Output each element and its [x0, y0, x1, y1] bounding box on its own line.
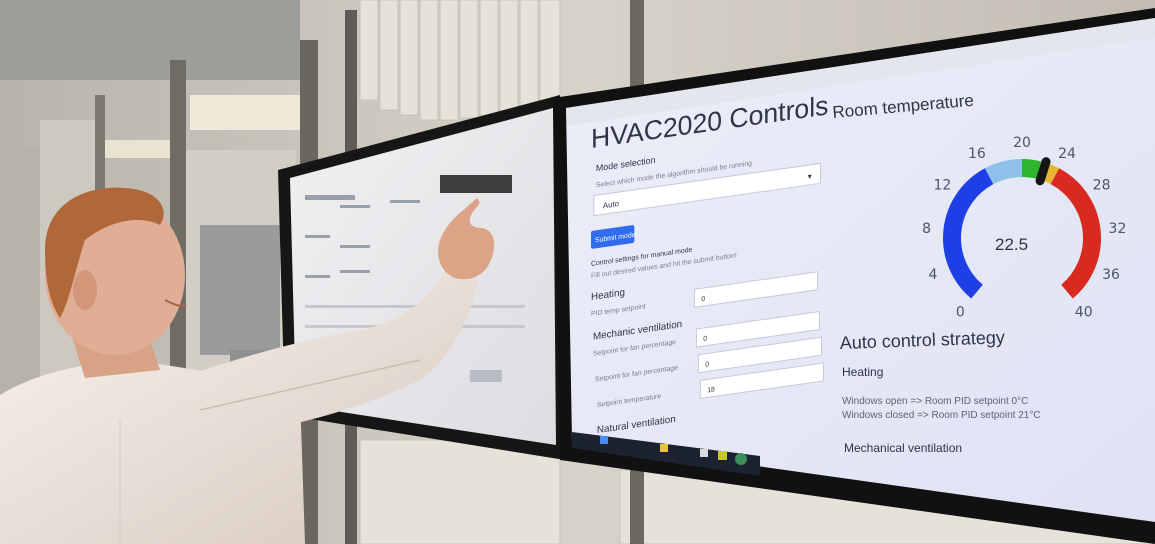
- gauge-tick-label: 28: [1093, 177, 1111, 193]
- gauge-segment-comfort: [1021, 159, 1042, 179]
- gauge-value: 22.5: [995, 235, 1028, 254]
- auto-line-1: Windows open => Room PID setpoint 0°C: [842, 396, 1028, 407]
- gauge-tick-label: 12: [933, 177, 951, 193]
- scene-svg: HVAC2020 Controls Mode selection Select …: [0, 0, 1155, 544]
- gauge-tick-label: 32: [1109, 221, 1127, 237]
- ceiling-light: [190, 95, 310, 130]
- ceiling-light-2: [100, 140, 170, 158]
- photo-scene: HVAC2020 Controls Mode selection Select …: [0, 0, 1155, 544]
- auto-heating-title: Heating: [842, 365, 883, 379]
- pid-value: 0: [701, 296, 705, 304]
- exhaust-fan-value: 0: [705, 361, 709, 369]
- gauge-tick-label: 24: [1058, 146, 1076, 162]
- gauge-tick-label: 40: [1075, 305, 1093, 321]
- gauge-tick-label: 4: [929, 267, 938, 283]
- ceiling: [0, 0, 300, 80]
- gauge-tick-label: 8: [922, 221, 931, 237]
- supply-temp-value: 18: [707, 386, 715, 394]
- gauge-tick-label: 36: [1102, 267, 1120, 283]
- gauge-tick-label: 0: [956, 305, 965, 321]
- person-ear: [73, 270, 97, 310]
- gauge-tick-label: 20: [1013, 135, 1031, 151]
- auto-mech-title: Mechanical ventilation: [844, 441, 962, 455]
- gauge-needle: [1035, 157, 1051, 186]
- gauge-tick-label: 16: [968, 146, 986, 162]
- supply-fan-value: 0: [703, 335, 707, 343]
- auto-line-2: Windows closed => Room PID setpoint 21°C: [842, 410, 1041, 421]
- chevron-down-icon: ▾: [808, 172, 812, 182]
- gauge-segment-cool: [984, 159, 1023, 185]
